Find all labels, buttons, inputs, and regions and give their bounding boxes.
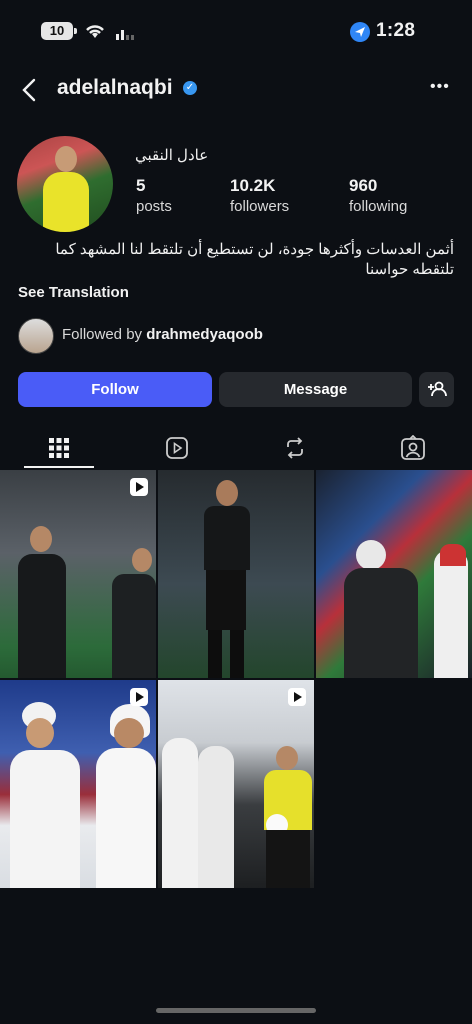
followed-by-prefix: Followed by	[62, 326, 143, 343]
video-icon	[130, 478, 148, 496]
post-thumbnail[interactable]	[158, 470, 314, 678]
tagged-icon	[401, 435, 425, 460]
status-bar: 10 1:28	[0, 0, 472, 64]
profile-avatar[interactable]	[17, 136, 113, 232]
reposts-icon	[287, 437, 303, 459]
video-icon	[130, 688, 148, 706]
tab-grid[interactable]	[0, 428, 118, 468]
tab-tagged[interactable]	[354, 428, 472, 468]
location-icon	[350, 22, 370, 42]
followers-count[interactable]: 10.2K	[230, 176, 275, 196]
back-icon[interactable]	[20, 78, 40, 102]
wifi-icon	[86, 25, 104, 38]
grid-icon	[49, 438, 69, 458]
followed-by-user[interactable]: drahmedyaqoob	[146, 326, 263, 343]
posts-label: posts	[136, 198, 172, 215]
suggest-user-button[interactable]	[419, 372, 454, 407]
following-label[interactable]: following	[349, 198, 407, 215]
tab-reposts[interactable]	[236, 428, 354, 468]
see-translation-link[interactable]: See Translation	[18, 284, 129, 301]
posts-count: 5	[136, 176, 146, 195]
follower-avatar	[18, 318, 54, 354]
signal-icon	[116, 30, 134, 40]
followed-by[interactable]: Followed by drahmedyaqoob	[62, 326, 263, 343]
followers-label[interactable]: followers	[230, 198, 289, 215]
username-title: adelalnaqbi	[57, 76, 173, 99]
home-indicator[interactable]	[156, 1008, 316, 1013]
post-thumbnail[interactable]	[0, 680, 156, 888]
message-button[interactable]: Message	[219, 372, 412, 407]
active-tab-indicator	[24, 466, 94, 468]
post-thumbnail[interactable]	[316, 470, 472, 678]
reels-icon	[166, 437, 188, 459]
display-name: عادل النقبي	[135, 147, 209, 164]
verified-badge-icon: ✓	[183, 81, 197, 95]
bio-text: أثمن العدسات وأكثرها جودة، لن تستطيع أن …	[55, 241, 454, 278]
post-thumbnail[interactable]	[0, 470, 156, 678]
following-count[interactable]: 960	[349, 176, 377, 196]
post-thumbnail[interactable]	[158, 680, 314, 888]
add-person-icon	[427, 381, 447, 397]
tab-reels[interactable]	[118, 428, 236, 468]
battery-indicator: 10	[41, 22, 77, 40]
follow-button[interactable]: Follow	[18, 372, 212, 407]
more-options-icon[interactable]: •••	[430, 78, 450, 96]
video-icon	[288, 688, 306, 706]
status-time: 1:28	[376, 20, 416, 41]
